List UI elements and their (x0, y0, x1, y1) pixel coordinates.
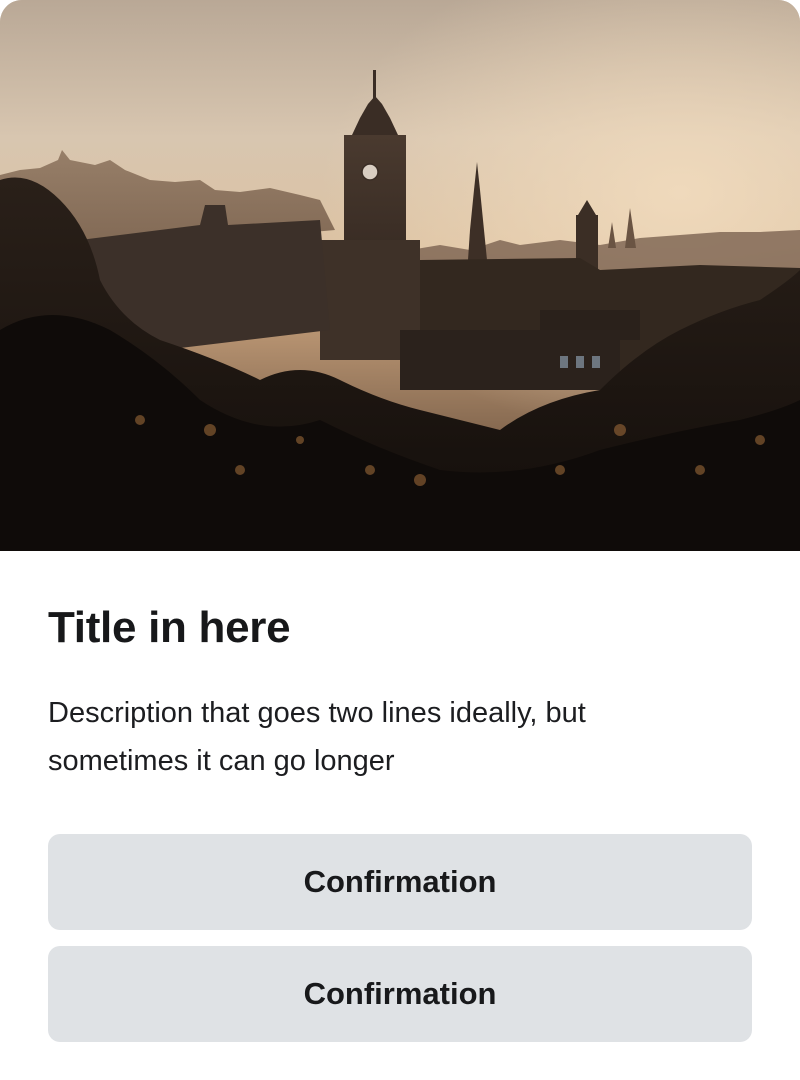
hero-image (0, 0, 800, 551)
confirmation-button-2[interactable]: Confirmation (48, 946, 752, 1042)
card-content: Title in here Description that goes two … (0, 602, 800, 1042)
confirmation-button-1[interactable]: Confirmation (48, 834, 752, 930)
card-title: Title in here (48, 603, 291, 652)
skyline-illustration (0, 0, 800, 551)
card-description: Description that goes two lines ideally,… (48, 697, 586, 777)
card: Title in here Description that goes two … (0, 0, 800, 1080)
